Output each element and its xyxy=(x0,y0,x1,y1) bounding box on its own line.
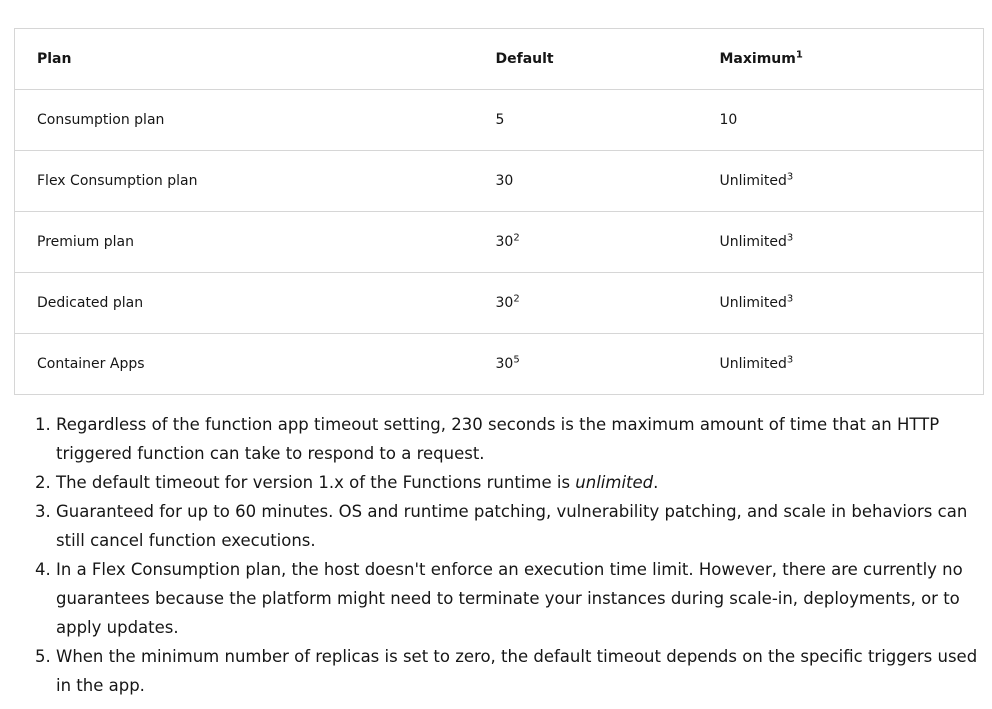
cell-plan: Container Apps xyxy=(14,333,474,395)
cell-default-value: 30 xyxy=(495,173,514,189)
cell-default: 305 xyxy=(473,333,698,395)
footnote-ref[interactable]: 3 xyxy=(787,293,793,304)
footnote-4: In a Flex Consumption plan, the host doe… xyxy=(56,555,980,642)
cell-plan: Flex Consumption plan xyxy=(14,150,474,212)
footnote-ref[interactable]: 1 xyxy=(796,49,803,60)
cell-default: 302 xyxy=(473,211,698,273)
cell-default: 30 xyxy=(473,150,698,212)
cell-default-value: 30 xyxy=(495,295,514,311)
footnote-2-text: The default timeout for version 1.x of t… xyxy=(56,473,576,492)
cell-maximum-value: Unlimited xyxy=(719,234,787,250)
header-plan: Plan xyxy=(14,28,474,90)
footnote-ref[interactable]: 5 xyxy=(513,354,519,365)
footnote-1: Regardless of the function app timeout s… xyxy=(56,410,980,468)
table-header-row: Plan Default Maximum1 xyxy=(14,28,984,90)
table-row: Container Apps 305 Unlimited3 xyxy=(14,333,984,395)
cell-plan: Consumption plan xyxy=(14,89,474,151)
cell-default-value: 5 xyxy=(495,112,505,128)
table-row: Flex Consumption plan 30 Unlimited3 xyxy=(14,150,984,212)
table-row: Dedicated plan 302 Unlimited3 xyxy=(14,272,984,334)
cell-maximum-value: Unlimited xyxy=(719,356,787,372)
footnote-ref[interactable]: 2 xyxy=(513,293,519,304)
footnotes-list: Regardless of the function app timeout s… xyxy=(14,410,980,700)
table-row: Premium plan 302 Unlimited3 xyxy=(14,211,984,273)
footnote-2: The default timeout for version 1.x of t… xyxy=(56,468,980,497)
cell-default-value: 30 xyxy=(495,234,514,250)
footnote-2-end: . xyxy=(653,473,659,492)
timeout-table: Plan Default Maximum1 Consumption plan 5… xyxy=(14,28,984,395)
cell-plan: Dedicated plan xyxy=(14,272,474,334)
footnote-ref[interactable]: 2 xyxy=(513,232,519,243)
footnote-5: When the minimum number of replicas is s… xyxy=(56,642,980,700)
cell-default: 5 xyxy=(473,89,698,151)
cell-default-value: 30 xyxy=(495,356,514,372)
cell-plan: Premium plan xyxy=(14,211,474,273)
cell-maximum: Unlimited3 xyxy=(697,333,984,395)
cell-maximum: Unlimited3 xyxy=(697,211,984,273)
cell-maximum-value: 10 xyxy=(719,112,738,128)
page: Plan Default Maximum1 Consumption plan 5… xyxy=(0,0,992,709)
footnote-3: Guaranteed for up to 60 minutes. OS and … xyxy=(56,497,980,555)
footnote-2-emphasis: unlimited xyxy=(575,473,654,492)
header-maximum-label: Maximum xyxy=(719,51,796,67)
header-default: Default xyxy=(473,28,698,90)
cell-default: 302 xyxy=(473,272,698,334)
cell-maximum-value: Unlimited xyxy=(719,295,787,311)
footnote-ref[interactable]: 3 xyxy=(787,171,793,182)
table-row: Consumption plan 5 10 xyxy=(14,89,984,151)
cell-maximum: Unlimited3 xyxy=(697,150,984,212)
footnote-ref[interactable]: 3 xyxy=(787,354,793,365)
header-maximum: Maximum1 xyxy=(697,28,984,90)
cell-maximum-value: Unlimited xyxy=(719,173,787,189)
cell-maximum: Unlimited3 xyxy=(697,272,984,334)
cell-maximum: 10 xyxy=(697,89,984,151)
footnote-ref[interactable]: 3 xyxy=(787,232,793,243)
